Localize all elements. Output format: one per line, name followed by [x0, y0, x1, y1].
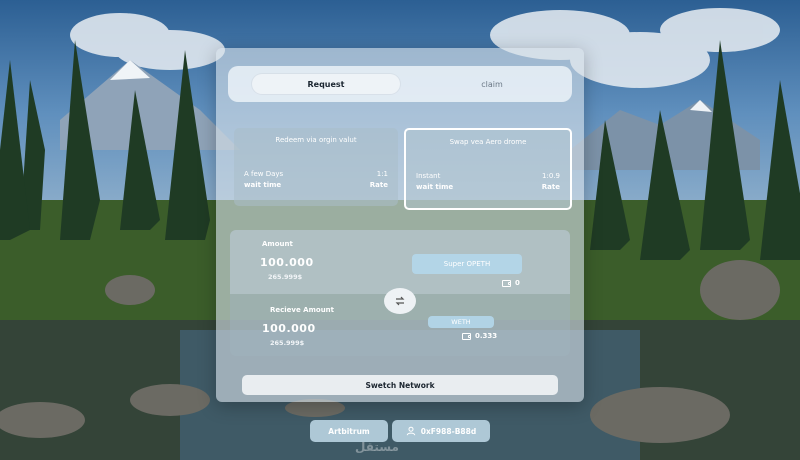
wait-time-value: Instant — [416, 172, 441, 180]
wait-time-value: A few Days — [244, 170, 284, 178]
wait-time-label: wait time — [416, 183, 454, 191]
wait-time-label: wait time — [244, 181, 282, 189]
route-values: A few Days 1:1 — [244, 170, 388, 178]
route-card-redeem[interactable]: Redeem via orgin valut A few Days 1:1 wa… — [234, 128, 398, 206]
receive-balance: 0.333 — [462, 332, 497, 340]
route-title: Redeem via orgin valut — [275, 136, 357, 144]
receive-amount: 100.000 — [262, 322, 316, 335]
rate-label: Rate — [369, 181, 388, 189]
route-title: Swap vea Aero drome — [449, 138, 527, 146]
mode-tabs: Request claim — [228, 66, 572, 102]
route-labels: wait time Rate — [244, 181, 388, 189]
balance-value: 0 — [515, 279, 520, 287]
balance-value: 0.333 — [475, 332, 498, 340]
route-labels: wait time Rate — [416, 183, 560, 191]
amount-input[interactable]: 100.000 — [260, 256, 314, 269]
wallet-address: 0xF988-B88d — [420, 426, 477, 436]
token-select-super-opeth[interactable]: Super OPETH — [412, 254, 522, 274]
amount-balance: 0 — [502, 279, 520, 287]
swap-direction-button[interactable] — [384, 288, 416, 314]
wallet-address-button[interactable]: 0xF988-B88d — [392, 420, 490, 442]
switch-network-button[interactable]: Swetch Network — [242, 375, 558, 395]
swap-panel: Request claim Redeem via orgin valut A f… — [216, 48, 584, 402]
route-card-swap[interactable]: Swap vea Aero drome Instant 1:0.9 wait t… — [404, 128, 572, 210]
rate-value: 1:0.9 — [542, 172, 560, 180]
token-select-weth[interactable]: WETH — [428, 316, 494, 328]
chain-button[interactable]: Artbitrum — [310, 420, 388, 442]
wallet-icon — [462, 332, 471, 340]
user-icon — [406, 426, 416, 436]
rate-value: 1:1 — [376, 170, 388, 178]
amount-label: Amount — [262, 240, 293, 248]
watermark: مستقل — [355, 440, 399, 454]
tab-claim[interactable]: claim — [418, 74, 566, 94]
swap-arrows-icon — [395, 296, 405, 306]
receive-usd: 265.999$ — [270, 339, 305, 347]
wallet-icon — [502, 279, 511, 287]
route-values: Instant 1:0.9 — [416, 172, 560, 180]
tab-request[interactable]: Request — [252, 74, 400, 94]
amount-usd: 265.999$ — [268, 273, 303, 281]
receive-label: Recieve Amount — [270, 306, 335, 314]
rate-label: Rate — [541, 183, 560, 191]
